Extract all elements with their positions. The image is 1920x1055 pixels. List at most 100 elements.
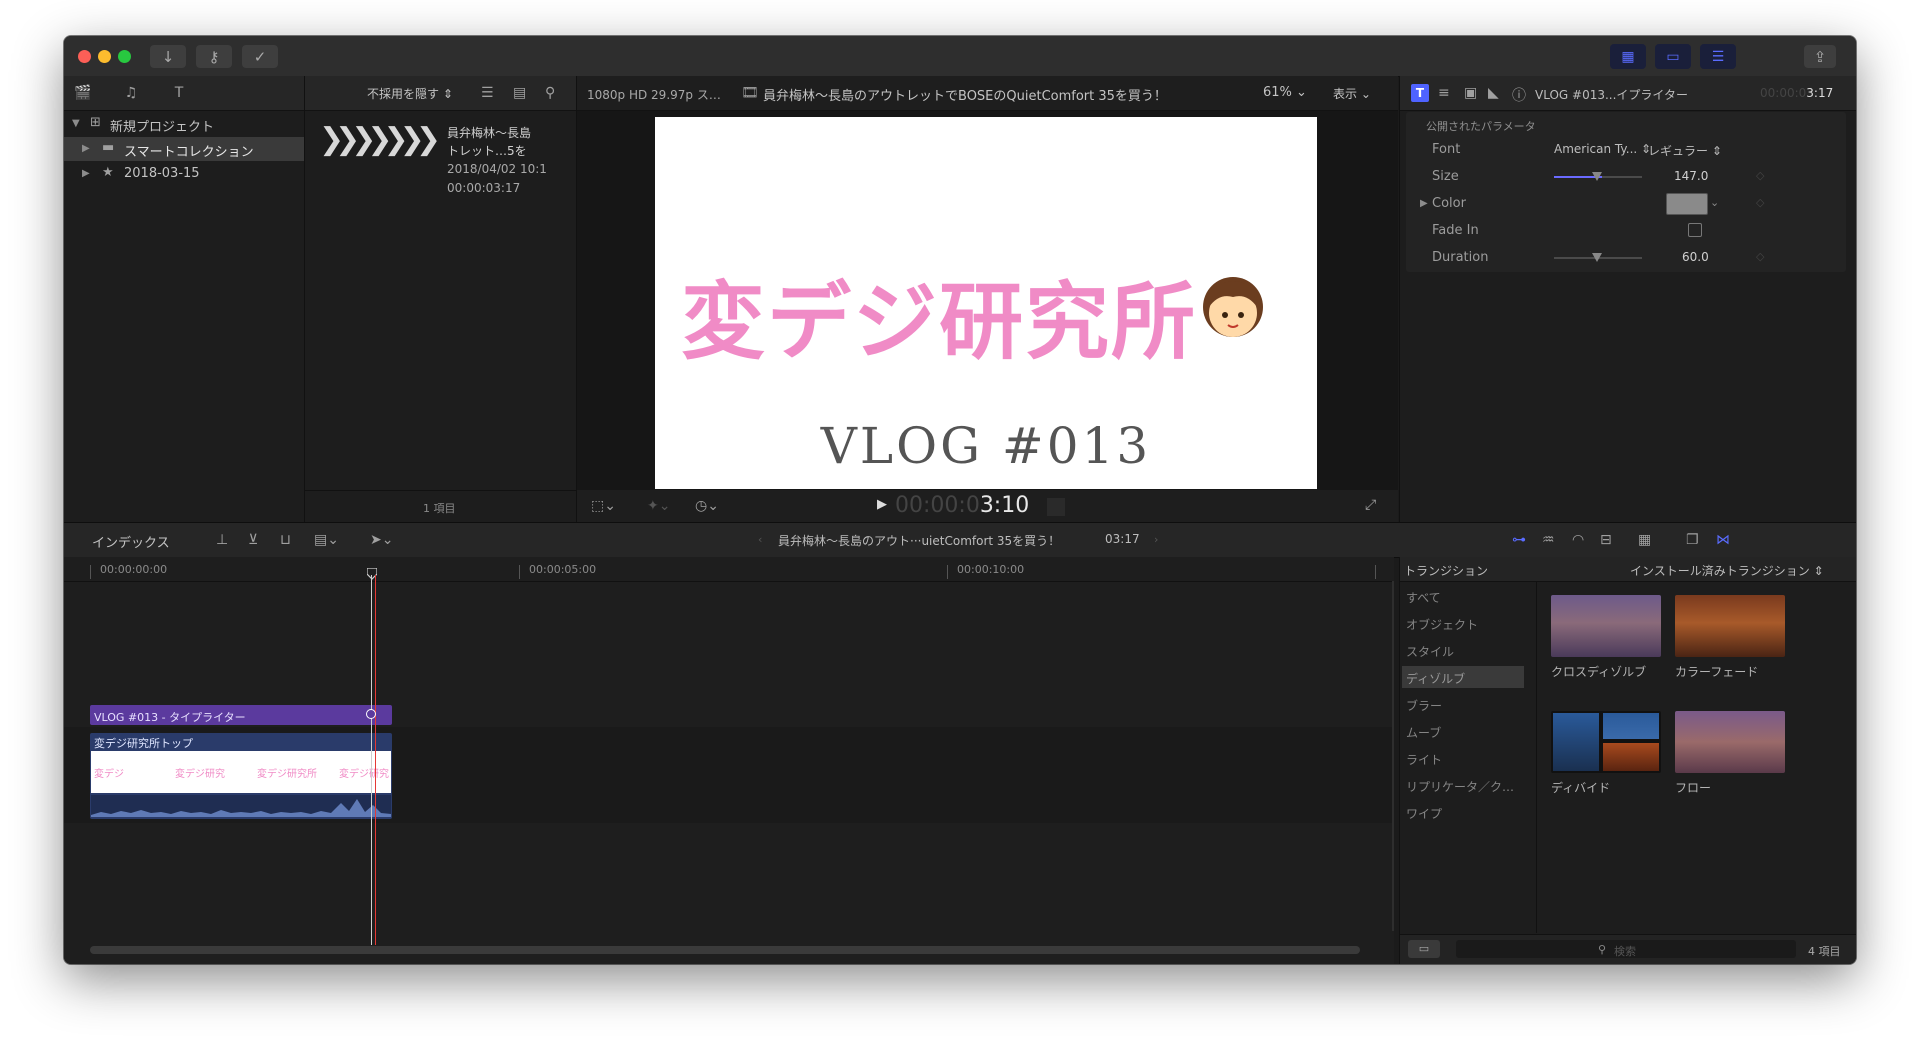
connection-point xyxy=(366,709,376,719)
overwrite-clip-icon[interactable]: ▤⌄ xyxy=(314,532,339,548)
clip-skimming-icon[interactable]: ⊶ xyxy=(1512,532,1526,548)
sidebar-toggle-icon[interactable]: ▭ xyxy=(1408,940,1440,958)
retime-icon[interactable]: ◷⌄ xyxy=(695,498,719,514)
titles-generators-icon[interactable]: T xyxy=(168,83,190,103)
play-button[interactable]: ▶ xyxy=(877,497,887,512)
fullscreen-icon[interactable]: ⤢ xyxy=(1365,497,1376,513)
clip-appearance-icon[interactable]: ▦ xyxy=(1638,532,1651,548)
duration-slider-knob[interactable] xyxy=(1592,253,1602,262)
zoom-popup[interactable]: 61% ⌄ xyxy=(1263,85,1307,100)
keyword-button[interactable]: ⚷ xyxy=(196,45,232,68)
filmstrip-frame: 変デジ xyxy=(94,769,124,780)
select-tool-icon[interactable]: ➤⌄ xyxy=(370,532,393,548)
filmstrip-frame: 変デジ研究 xyxy=(175,769,225,780)
timeline-scrollbar[interactable] xyxy=(90,946,1360,954)
toggle-browser-button[interactable]: ▦ xyxy=(1610,44,1646,69)
duration-value[interactable]: 60.0 xyxy=(1682,250,1709,264)
append-clip-icon[interactable]: ⊔ xyxy=(280,532,291,548)
transition-flow[interactable]: フロー xyxy=(1675,711,1787,801)
param-label: Fade In xyxy=(1432,223,1479,238)
viewer-timecode: 00:00:03:10 xyxy=(895,493,1030,518)
toggle-timeline-button[interactable]: ▭ xyxy=(1655,44,1691,69)
category-wipes[interactable]: ワイプ xyxy=(1400,801,1536,823)
title-inspector-icon[interactable]: T xyxy=(1411,84,1429,102)
frame-title-text: 変デジ研究所 xyxy=(681,273,1198,371)
category-stylized[interactable]: スタイル xyxy=(1400,639,1536,661)
inspector: T ≡ ▣ ◣ ⓘ VLOG #013...イプライター 00:00:03:17… xyxy=(1399,76,1856,522)
transition-thumbnails: クロスディゾルブ カラーフェード ディバイド フロー xyxy=(1537,581,1856,933)
video-inspector-icon[interactable]: ▣ xyxy=(1464,85,1477,101)
sidebar-item-smart-collection[interactable]: ▶ ▬ スマートコレクション xyxy=(64,137,304,161)
size-value[interactable]: 147.0 xyxy=(1674,169,1708,183)
keyframe-icon[interactable]: ◇ xyxy=(1756,169,1764,182)
category-all[interactable]: すべて xyxy=(1400,585,1536,607)
size-slider-knob[interactable] xyxy=(1592,172,1602,181)
list-view-icon[interactable]: ☰ xyxy=(481,85,494,101)
connect-clip-icon[interactable]: ⊥ xyxy=(216,532,228,548)
video-frame[interactable]: 変デジ研究所 VLOG #013 xyxy=(655,117,1317,489)
fade-in-checkbox[interactable] xyxy=(1688,223,1702,237)
disclosure-closed-icon[interactable]: ▶ xyxy=(1420,198,1428,209)
browser-clip[interactable]: ❯❯❯❯❯❯❯ 員弁梅林〜長島 トレット…5を 2018/04/02 10:1 … xyxy=(315,122,565,202)
filter-popup[interactable]: 不採用を隠す ⇕ xyxy=(367,85,453,102)
installed-transitions-popup[interactable]: インストール済みトランジション ⇕ xyxy=(1630,562,1824,579)
text-inspector-icon[interactable]: ≡ xyxy=(1438,85,1450,101)
search-icon[interactable]: ⚲ xyxy=(545,85,555,101)
font-style-popup[interactable]: レギュラー ⇕ xyxy=(1648,142,1722,159)
transition-fade-to-color[interactable]: カラーフェード xyxy=(1675,595,1787,685)
category-dissolves[interactable]: ディゾルブ xyxy=(1402,666,1524,688)
import-button[interactable]: ↓ xyxy=(150,45,186,68)
format-label: 1080p HD 29.97p ス… xyxy=(587,88,721,102)
close-window-button[interactable] xyxy=(78,50,91,63)
transition-divide[interactable]: ディバイド xyxy=(1551,711,1663,801)
color-inspector-icon[interactable]: ◣ xyxy=(1488,85,1499,101)
share-button[interactable]: ⇪ xyxy=(1804,45,1836,68)
audio-skimming-icon[interactable]: ♒ xyxy=(1542,532,1555,548)
info-icon[interactable]: ⓘ xyxy=(1512,85,1526,105)
playhead-line[interactable] xyxy=(375,575,376,945)
minimize-window-button[interactable] xyxy=(98,50,111,63)
category-replicator[interactable]: リプリケータ／ク… xyxy=(1400,774,1536,796)
transition-cross-dissolve[interactable]: クロスディゾルブ xyxy=(1551,595,1663,685)
libraries-icon[interactable]: 🎬 xyxy=(72,83,94,103)
filmstrip-icon[interactable]: ▤ xyxy=(513,85,526,101)
chevron-down-icon: ⌄ xyxy=(1296,85,1307,100)
category-movements[interactable]: ムーブ xyxy=(1400,720,1536,742)
toggle-inspector-button[interactable]: ☰ xyxy=(1700,44,1736,69)
timeline-vertical-scrollbar[interactable] xyxy=(1392,581,1394,931)
transform-tool-icon[interactable]: ⬚⌄ xyxy=(591,498,616,514)
browser-footer: 1 項目 xyxy=(305,490,576,523)
filmstrip-frame: 変デジ研究所 xyxy=(257,769,317,780)
forward-arrow-icon[interactable]: › xyxy=(1154,533,1158,546)
effects-browser-icon[interactable]: ❐ xyxy=(1686,532,1699,548)
param-fade-in: Fade In xyxy=(1406,217,1846,244)
color-well[interactable] xyxy=(1666,193,1708,215)
snapping-icon[interactable]: ⊟ xyxy=(1600,532,1612,548)
sidebar-item-event[interactable]: ▶ ★ 2018-03-15 xyxy=(64,162,304,186)
enhance-icon[interactable]: ✦⌄ xyxy=(647,498,670,514)
transitions-count: 4 項目 xyxy=(1808,945,1841,958)
share-icon: ⇪ xyxy=(1813,47,1827,66)
zoom-window-button[interactable] xyxy=(118,50,131,63)
download-arrow-icon: ↓ xyxy=(161,47,175,66)
index-button[interactable]: インデックス xyxy=(92,532,170,551)
transitions-browser-icon[interactable]: ⋈ xyxy=(1716,532,1730,548)
chevron-down-icon[interactable]: ⌄ xyxy=(1710,196,1719,209)
view-menu[interactable]: 表示 ⌄ xyxy=(1333,85,1371,102)
category-lights[interactable]: ライト xyxy=(1400,747,1536,769)
title-clip[interactable]: VLOG #013 - タイプライター xyxy=(90,705,392,725)
category-blurs[interactable]: ブラー xyxy=(1400,693,1536,715)
font-family-popup[interactable]: American Ty... ⇕ xyxy=(1554,142,1651,156)
sidebar-item-project[interactable]: ▼ ⊞ 新規プロジェクト xyxy=(64,112,304,136)
back-arrow-icon[interactable]: ‹ xyxy=(758,533,762,546)
keyframe-icon[interactable]: ◇ xyxy=(1756,196,1764,209)
category-objects[interactable]: オブジェクト xyxy=(1400,612,1536,634)
keyframe-icon[interactable]: ◇ xyxy=(1756,250,1764,263)
search-input[interactable]: ⚲ 検索 xyxy=(1456,940,1796,958)
background-tasks-button[interactable]: ✓ xyxy=(242,45,278,68)
video-clip[interactable]: 変デジ研究所トップ 変デジ 変デジ研究 変デジ研究所 変デジ研究 xyxy=(90,733,392,819)
insert-clip-icon[interactable]: ⊻ xyxy=(248,532,258,548)
playhead-head[interactable] xyxy=(366,565,378,580)
headphones-icon[interactable]: ◠ xyxy=(1572,532,1584,548)
photos-audio-icon[interactable]: ♫ xyxy=(120,83,142,103)
